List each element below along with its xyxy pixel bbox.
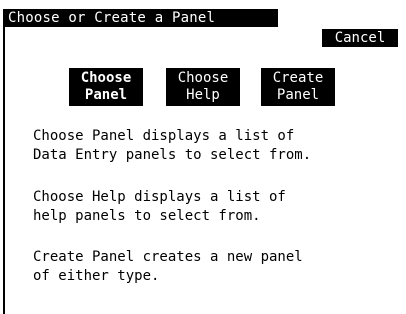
choose-help-description-line2: help panels to select from. [33,208,261,224]
choose-panel-description-line2: Data Entry panels to select from. [33,147,312,163]
choose-panel-button-line1: Choose [80,70,132,86]
choose-panel-description: Choose Panel displays a list of Data Ent… [33,127,311,165]
choose-help-description: Choose Help displays a list of help pane… [33,188,286,226]
create-panel-description-line1: Create Panel creates a new panel [33,249,303,265]
create-panel-button-line1: Create [272,70,324,86]
create-panel-button[interactable]: Create Panel [261,68,335,106]
choose-panel-button[interactable]: Choose Panel [69,68,143,106]
create-panel-description-line2: of either type. [33,268,160,284]
create-panel-description: Create Panel creates a new panel of eith… [33,248,303,286]
choose-help-button-line2: Help [186,87,220,103]
window-title: Choose or Create a Panel [3,9,278,27]
choose-help-button-line1: Choose [177,70,229,86]
choose-help-description-line1: Choose Help displays a list of [33,189,286,205]
choose-help-button[interactable]: Choose Help [166,68,240,106]
create-panel-button-line2: Panel [276,87,320,103]
window-frame-left-border [3,14,5,314]
cancel-button[interactable]: Cancel [322,29,398,47]
choose-panel-description-line1: Choose Panel displays a list of [33,128,295,144]
choose-panel-button-line2: Panel [84,87,128,103]
